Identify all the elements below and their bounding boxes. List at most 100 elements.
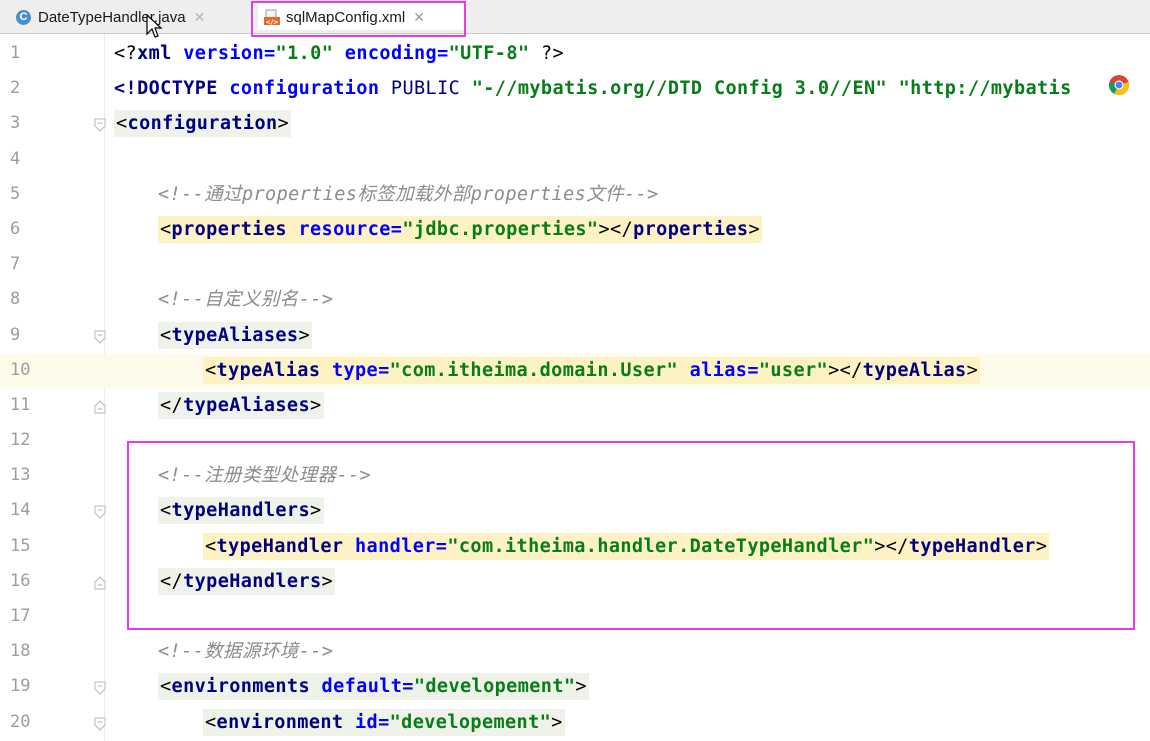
- code-token: >: [575, 676, 587, 698]
- code-line[interactable]: 6 <properties resource="jdbc.properties">…: [0, 213, 1150, 248]
- code-token: <!DOCTYPE: [114, 78, 230, 100]
- code-token: ?>: [529, 43, 565, 64]
- code-token: "developement": [389, 711, 552, 733]
- code-token: properties: [171, 218, 299, 240]
- code-token: >: [310, 394, 322, 416]
- code-line[interactable]: 8 <!--自定义别名-->: [0, 283, 1150, 318]
- code-line[interactable]: 19 <environments default="developement">: [0, 670, 1150, 705]
- code-token: typeAlias: [862, 359, 967, 381]
- code-token: default=: [321, 676, 414, 698]
- line-number: 10: [10, 359, 31, 380]
- line-number: 14: [10, 500, 31, 521]
- line-number: 16: [10, 570, 31, 591]
- fold-close-icon[interactable]: [92, 575, 108, 591]
- line-number: 19: [10, 676, 31, 697]
- code-token: ></: [828, 359, 863, 381]
- code-token: <: [160, 676, 172, 698]
- line-number: 18: [10, 641, 31, 662]
- line-number: 8: [10, 289, 21, 310]
- code-token: </: [160, 394, 184, 416]
- code-text: <!--数据源环境-->: [158, 640, 333, 664]
- line-number: 4: [10, 148, 21, 169]
- code-text: <!DOCTYPE configuration PUBLIC "-//mybat…: [114, 77, 1072, 101]
- fold-open-icon[interactable]: [92, 329, 108, 345]
- code-editor[interactable]: 1 <?xml version="1.0" encoding="UTF-8" ?>…: [0, 34, 1150, 741]
- code-token: "user": [758, 359, 829, 381]
- code-line[interactable]: 9 <typeAliases>: [0, 319, 1150, 354]
- code-line[interactable]: 1 <?xml version="1.0" encoding="UTF-8" ?>: [0, 37, 1150, 72]
- code-token: "http://mybatis: [898, 78, 1072, 100]
- code-token: <!--自定义别名-->: [158, 289, 334, 311]
- code-token: alias=: [678, 359, 759, 381]
- code-token: PUBLIC: [390, 78, 472, 100]
- code-text: <typeAliases>: [158, 321, 313, 349]
- chrome-browser-icon[interactable]: [1108, 74, 1130, 96]
- line-number: 6: [10, 218, 21, 239]
- line-number: 20: [10, 711, 31, 732]
- code-text: </typeAliases>: [158, 391, 324, 419]
- line-number: 12: [10, 430, 31, 451]
- code-token: >: [551, 711, 563, 733]
- code-token: version=: [183, 43, 276, 64]
- fold-open-icon[interactable]: [92, 680, 108, 696]
- code-text: <environment id="developement">: [203, 708, 565, 736]
- code-token: id=: [355, 711, 390, 733]
- code-token: <?: [114, 43, 138, 64]
- code-line[interactable]: 18 <!--数据源环境-->: [0, 635, 1150, 670]
- code-token: resource=: [298, 218, 403, 240]
- code-token: <: [205, 711, 217, 733]
- code-token: configuration: [127, 113, 278, 135]
- code-token: "-//mybatis.org//DTD Config 3.0//EN": [471, 78, 899, 100]
- code-text: <!--自定义别名-->: [158, 288, 333, 312]
- code-token: "jdbc.properties": [402, 218, 599, 240]
- code-token: <: [160, 324, 172, 346]
- code-lines: 1 <?xml version="1.0" encoding="UTF-8" ?>…: [0, 37, 1150, 741]
- code-token: <: [205, 359, 217, 381]
- code-line[interactable]: 5 <!--通过properties标签加载外部properties文件-->: [0, 178, 1150, 213]
- code-token: <: [116, 113, 128, 135]
- line-number: 13: [10, 465, 31, 486]
- code-token: "com.itheima.domain.User": [389, 359, 679, 381]
- fold-open-icon[interactable]: [92, 504, 108, 520]
- close-icon[interactable]: ✕: [194, 9, 206, 26]
- code-line[interactable]: 2 <!DOCTYPE configuration PUBLIC "-//myba…: [0, 72, 1150, 107]
- code-token: typeAlias: [216, 359, 332, 381]
- code-token: <!--通过properties标签加载外部properties文件-->: [158, 183, 659, 205]
- code-token: "1.0": [275, 43, 334, 64]
- code-token: typeAliases: [171, 324, 299, 346]
- line-number: 17: [10, 606, 31, 626]
- java-class-icon: C: [16, 9, 31, 25]
- line-number: 11: [10, 394, 31, 415]
- code-line[interactable]: 4: [0, 143, 1150, 178]
- fold-close-icon[interactable]: [92, 399, 108, 415]
- code-line[interactable]: 7: [0, 248, 1150, 283]
- code-token: environment: [216, 711, 356, 733]
- line-number: 5: [10, 183, 21, 204]
- code-line[interactable]: 20 <environment id="developement">: [0, 706, 1150, 741]
- code-token: environments: [171, 676, 322, 698]
- fold-open-icon[interactable]: [92, 716, 108, 732]
- code-token: >: [748, 218, 761, 240]
- code-line[interactable]: 3 <configuration>: [0, 107, 1150, 142]
- code-token: configuration: [229, 78, 391, 100]
- tab-datetypehandler-java[interactable]: C DateTypeHandler.java ✕: [16, 4, 242, 30]
- code-token: xml: [137, 43, 184, 64]
- code-token: "developement": [413, 676, 576, 698]
- tab-annotation-box: [251, 1, 466, 37]
- line-number: 7: [10, 254, 21, 275]
- code-text: <properties resource="jdbc.properties"><…: [158, 215, 763, 243]
- code-token: <!--数据源环境-->: [158, 641, 334, 663]
- code-token: "UTF-8": [448, 43, 530, 64]
- fold-open-icon[interactable]: [92, 117, 108, 133]
- line-number: 15: [10, 535, 31, 556]
- code-text: <typeAlias type="com.itheima.domain.User…: [203, 356, 981, 384]
- code-line[interactable]: 11 </typeAliases>: [0, 389, 1150, 424]
- code-token: >: [277, 113, 290, 135]
- code-line[interactable]: 10 <typeAlias type="com.itheima.domain.Us…: [0, 353, 1150, 389]
- code-token: <: [160, 218, 172, 240]
- line-number: 2: [10, 78, 21, 99]
- code-token: encoding=: [333, 43, 449, 64]
- line-number: 3: [10, 113, 21, 134]
- editor-tab-bar: C DateTypeHandler.java ✕ </> sqlMapConfi…: [0, 0, 1150, 38]
- code-token: ></: [598, 218, 634, 240]
